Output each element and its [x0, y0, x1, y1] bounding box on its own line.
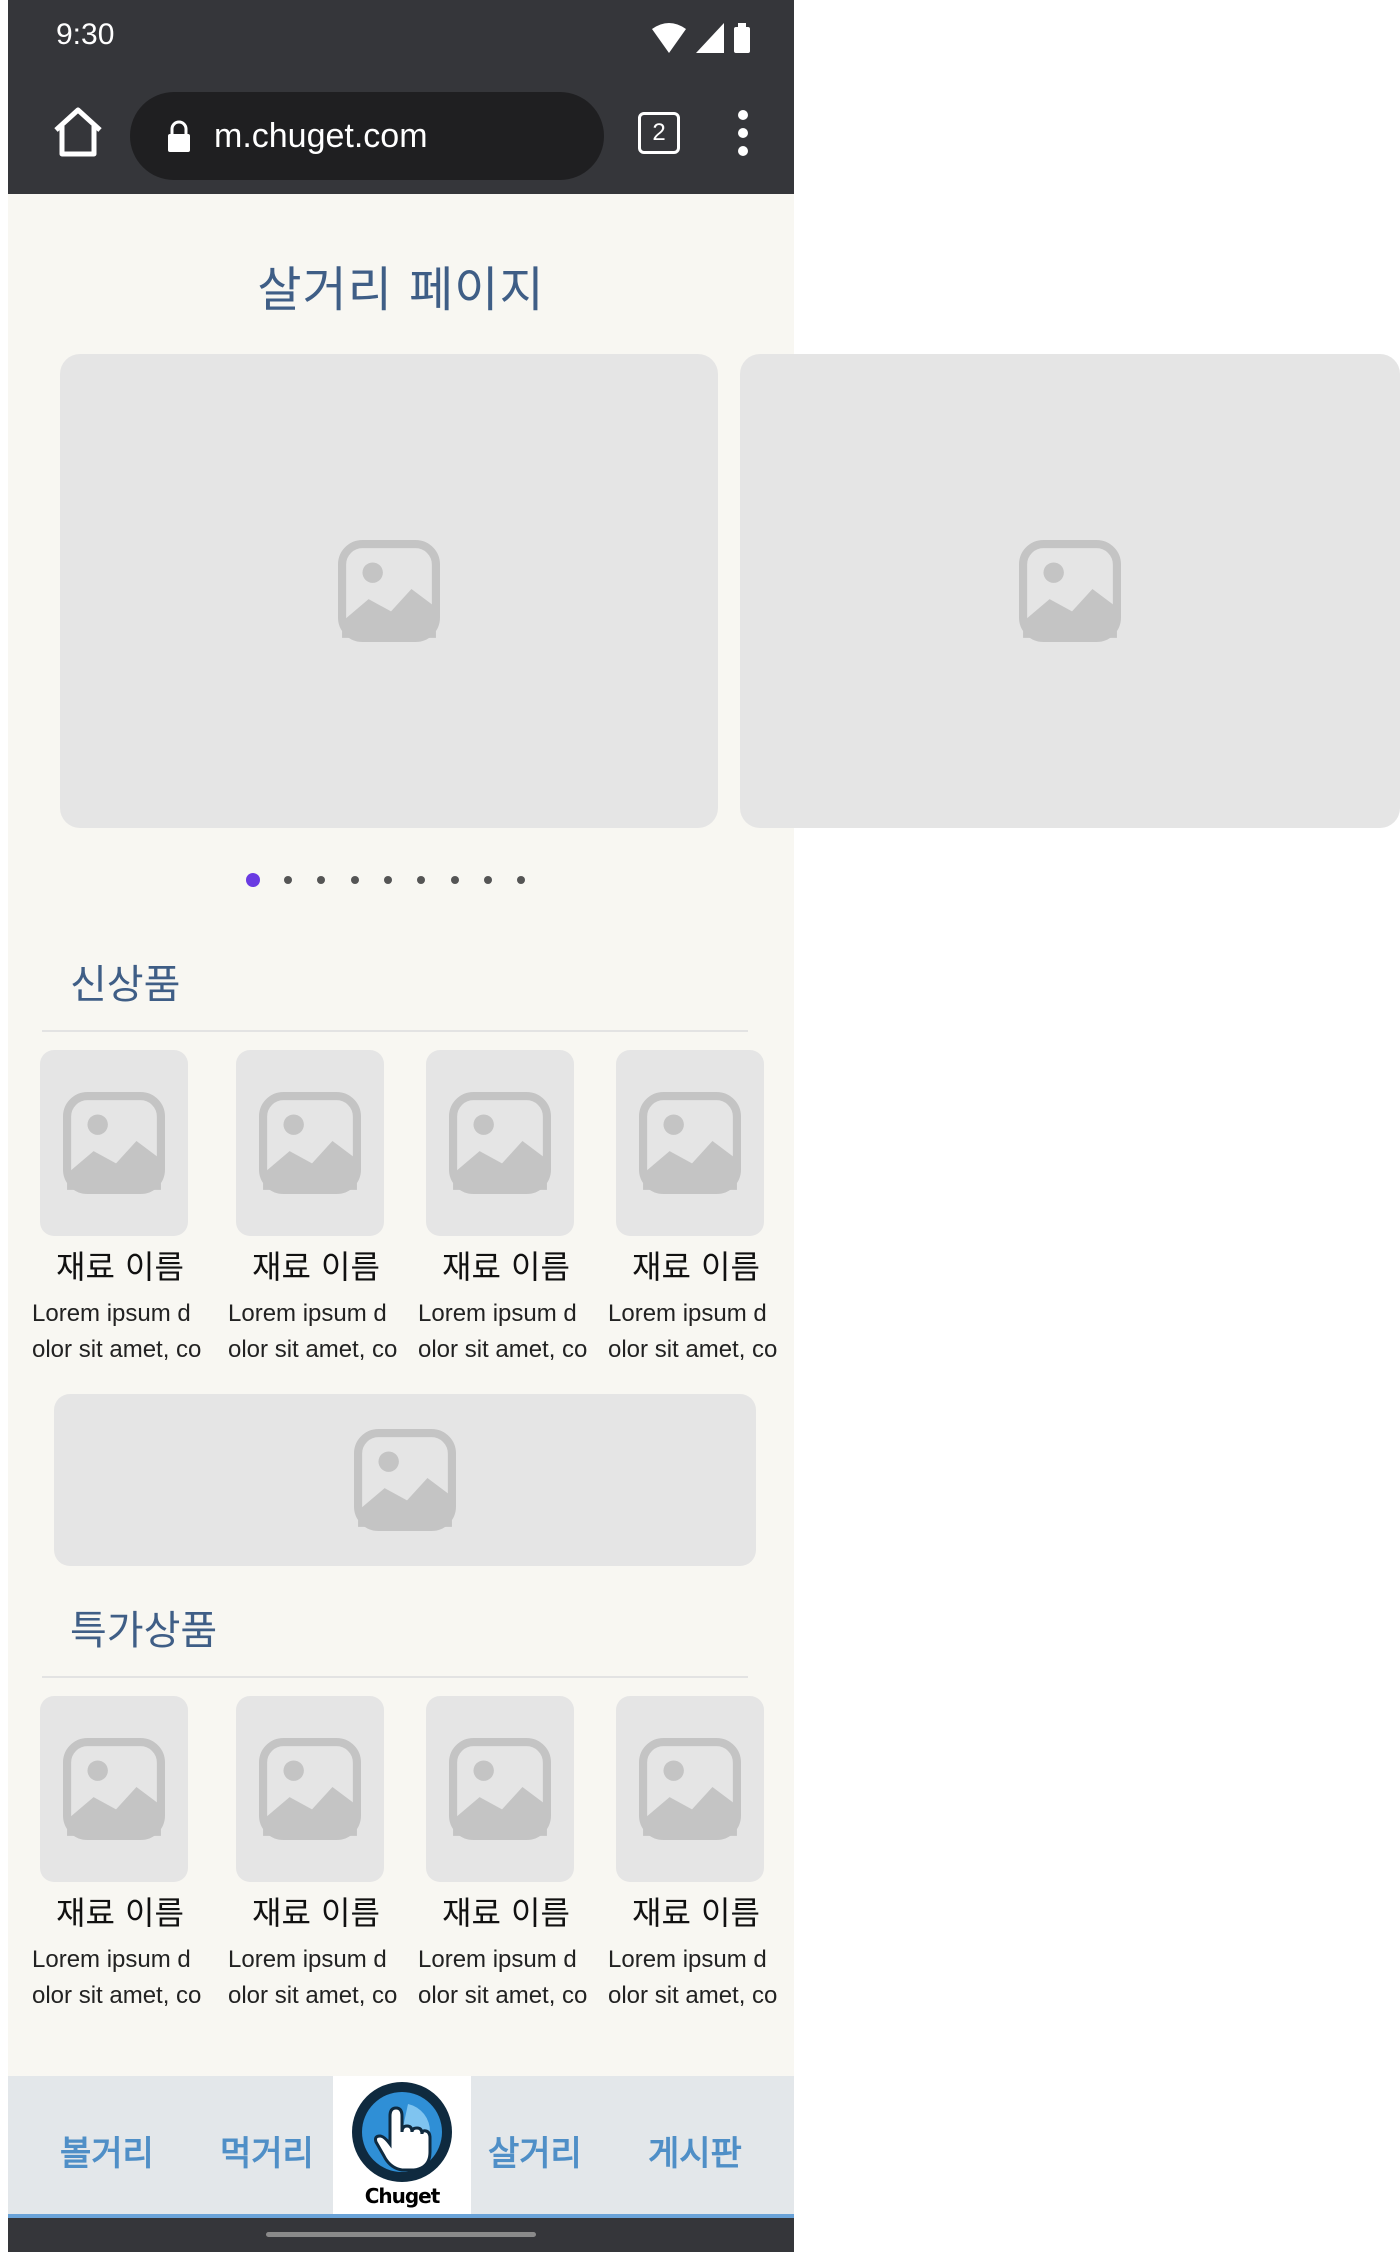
carousel-dot[interactable]	[484, 876, 492, 884]
product-thumbnail	[40, 1696, 188, 1882]
product-name: 재료 이름	[442, 1894, 570, 1932]
nav-home-logo[interactable]: Chuget	[333, 2076, 471, 2216]
product-thumbnail	[616, 1050, 764, 1236]
product-thumbnail	[426, 1696, 574, 1882]
section-title-new-products: 신상품	[70, 962, 181, 1008]
section-divider	[42, 1030, 748, 1032]
image-placeholder-icon	[259, 1092, 361, 1194]
chuget-logo-icon	[352, 2082, 452, 2182]
carousel-dot[interactable]	[384, 876, 392, 884]
product-thumbnail	[426, 1050, 574, 1236]
status-icons	[652, 18, 750, 58]
more-menu-icon[interactable]	[738, 110, 748, 156]
product-thumbnail	[616, 1696, 764, 1882]
image-placeholder-icon	[259, 1738, 361, 1840]
product-description: Lorem ipsum d olor sit amet, co	[608, 1946, 778, 2009]
page-title: 살거리 페이지	[257, 262, 545, 318]
page-content: 살거리 페이지 신상품 재료 이름 Lorem ipsum d olor sit…	[8, 194, 1400, 2074]
lock-icon	[168, 120, 190, 152]
nav-item-shopping[interactable]: 살거리	[488, 2126, 582, 2175]
product-description: Lorem ipsum d olor sit amet, co	[32, 1946, 202, 2009]
product-description: Lorem ipsum d olor sit amet, co	[228, 1300, 398, 1363]
section-divider	[42, 1676, 748, 1678]
gesture-handle[interactable]	[266, 2232, 536, 2237]
carousel-slide[interactable]	[60, 354, 718, 828]
product-name: 재료 이름	[252, 1248, 380, 1286]
carousel-dot[interactable]	[351, 876, 359, 884]
address-bar[interactable]: m.chuget.com	[130, 92, 604, 180]
image-placeholder-icon	[63, 1738, 165, 1840]
product-description: Lorem ipsum d olor sit amet, co	[418, 1300, 588, 1363]
product-card[interactable]: 재료 이름 Lorem ipsum d olor sit amet, co	[32, 1696, 212, 2014]
home-icon[interactable]	[50, 104, 106, 160]
image-placeholder-icon	[1019, 540, 1121, 642]
status-bar: 9:30	[8, 0, 794, 78]
image-placeholder-icon	[338, 540, 440, 642]
product-description: Lorem ipsum d olor sit amet, co	[608, 1300, 778, 1363]
wifi-icon	[652, 23, 686, 53]
product-name: 재료 이름	[56, 1894, 184, 1932]
product-card[interactable]: 재료 이름 Lorem ipsum d olor sit amet, co	[228, 1696, 408, 2014]
image-placeholder-icon	[449, 1738, 551, 1840]
product-card[interactable]: 재료 이름 Lorem ipsum d olor sit amet, co	[608, 1696, 788, 2014]
carousel-dot[interactable]	[317, 876, 325, 884]
product-name: 재료 이름	[252, 1894, 380, 1932]
carousel-dot[interactable]	[246, 873, 260, 887]
nav-item-food[interactable]: 먹거리	[220, 2126, 314, 2175]
gesture-area	[8, 2218, 794, 2252]
product-thumbnail	[236, 1696, 384, 1882]
product-thumbnail	[40, 1050, 188, 1236]
carousel-dot[interactable]	[451, 876, 459, 884]
logo-text: Chuget	[364, 2184, 441, 2208]
nav-item-sights[interactable]: 볼거리	[60, 2126, 154, 2175]
battery-icon	[734, 23, 750, 53]
nav-item-board[interactable]: 게시판	[648, 2126, 742, 2175]
image-placeholder-icon	[639, 1738, 741, 1840]
tabs-count-button[interactable]: 2	[638, 112, 680, 154]
product-thumbnail	[236, 1050, 384, 1236]
image-placeholder-icon	[449, 1092, 551, 1194]
product-card[interactable]: 재료 이름 Lorem ipsum d olor sit amet, co	[418, 1696, 598, 2014]
banner-image[interactable]	[54, 1394, 756, 1566]
product-card[interactable]: 재료 이름 Lorem ipsum d olor sit amet, co	[608, 1050, 788, 1368]
product-description: Lorem ipsum d olor sit amet, co	[32, 1300, 202, 1363]
phone-screen: 9:30 m.chuget.com 2 살거리 페이지 신상품 재료 이름 Lo…	[8, 0, 1400, 2252]
product-description: Lorem ipsum d olor sit amet, co	[418, 1946, 588, 2009]
product-card[interactable]: 재료 이름 Lorem ipsum d olor sit amet, co	[32, 1050, 212, 1368]
product-name: 재료 이름	[442, 1248, 570, 1286]
product-name: 재료 이름	[632, 1248, 760, 1286]
image-placeholder-icon	[63, 1092, 165, 1194]
image-placeholder-icon	[639, 1092, 741, 1194]
carousel-dot[interactable]	[417, 876, 425, 884]
carousel-pagination	[8, 870, 794, 890]
product-card[interactable]: 재료 이름 Lorem ipsum d olor sit amet, co	[418, 1050, 598, 1368]
product-name: 재료 이름	[56, 1248, 184, 1286]
product-card[interactable]: 재료 이름 Lorem ipsum d olor sit amet, co	[228, 1050, 408, 1368]
product-description: Lorem ipsum d olor sit amet, co	[228, 1946, 398, 2009]
section-title-special-products: 특가상품	[70, 1608, 218, 1654]
bottom-navigation: 볼거리 먹거리 Chuget 살거리 게시판	[8, 2076, 794, 2216]
url-text: m.chuget.com	[214, 116, 428, 155]
carousel-dot[interactable]	[284, 876, 292, 884]
browser-toolbar: m.chuget.com 2	[8, 78, 794, 194]
image-placeholder-icon	[354, 1429, 456, 1531]
carousel-dot[interactable]	[517, 876, 525, 884]
product-name: 재료 이름	[632, 1894, 760, 1932]
status-time: 9:30	[56, 18, 115, 51]
carousel-next-slide[interactable]	[740, 354, 1400, 828]
signal-icon	[696, 23, 724, 53]
